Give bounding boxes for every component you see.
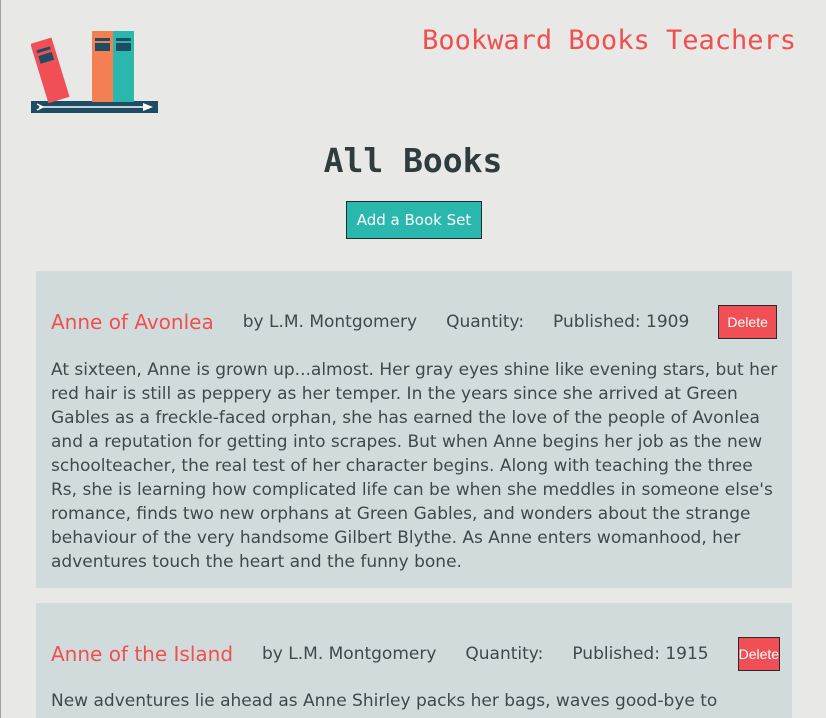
book-title-link[interactable]: Anne of Avonlea xyxy=(51,310,214,334)
book-author: by L.M. Montgomery xyxy=(242,312,418,332)
delete-button[interactable]: Delete xyxy=(718,305,777,339)
book-author: by L.M. Montgomery xyxy=(262,644,437,664)
book-quantity: Quantity: xyxy=(465,644,544,664)
book-card: Anne of Avonlea by L.M. Montgomery Quant… xyxy=(36,271,792,588)
delete-button[interactable]: Delete xyxy=(737,637,781,671)
book-card-header: Anne of Avonlea by L.M. Montgomery Quant… xyxy=(51,305,777,339)
window-edge xyxy=(0,0,1,718)
books-logo-icon[interactable] xyxy=(30,28,158,114)
book-description: New adventures lie ahead as Anne Shirley… xyxy=(51,691,718,711)
brand-link[interactable]: Bookward Books Teachers xyxy=(422,25,796,56)
book-description: At sixteen, Anne is grown up...almost. H… xyxy=(51,360,778,572)
book-quantity: Quantity: xyxy=(446,312,525,332)
add-book-set-button[interactable]: Add a Book Set xyxy=(346,201,482,239)
book-published: Published: 1909 xyxy=(553,312,690,332)
page-title: All Books xyxy=(323,141,503,180)
book-card-header: Anne of the Island by L.M. Montgomery Qu… xyxy=(51,637,781,671)
book-card: Anne of the Island by L.M. Montgomery Qu… xyxy=(36,603,792,718)
page: Bookward Books Teachers All Books Add a … xyxy=(0,0,826,718)
book-published: Published: 1915 xyxy=(572,644,709,664)
book-title-link[interactable]: Anne of the Island xyxy=(51,642,233,666)
